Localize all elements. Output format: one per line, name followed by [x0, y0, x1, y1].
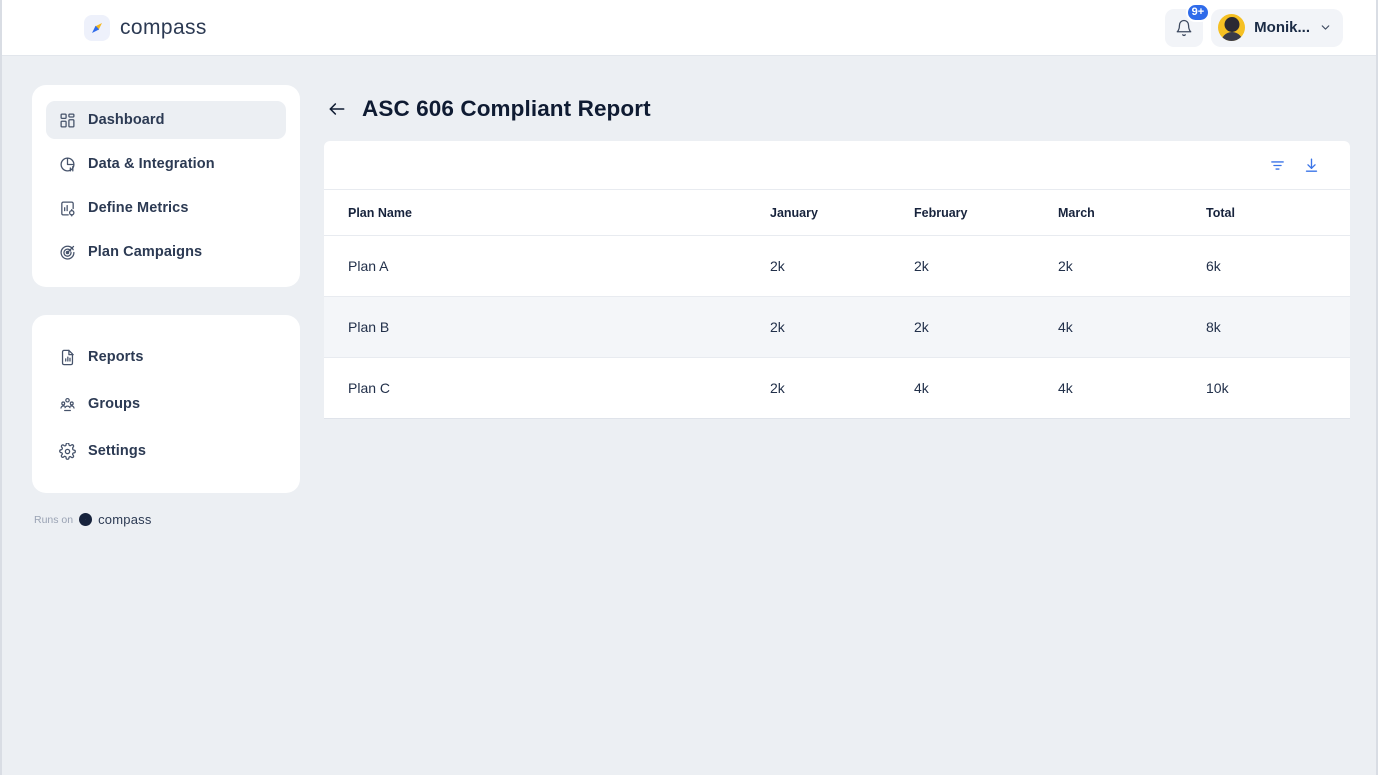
column-header-total[interactable]: Total: [1206, 190, 1350, 236]
filter-lines-icon[interactable]: [1267, 155, 1287, 175]
sidebar-item-label: Groups: [88, 396, 140, 412]
table-row[interactable]: Plan A 2k 2k 2k 6k: [324, 236, 1350, 297]
table-header-row: Plan Name January February March Total: [324, 190, 1350, 236]
pie-chart-icon: [58, 155, 76, 173]
cell-march: 4k: [1058, 297, 1206, 358]
metrics-gear-icon: [58, 199, 76, 217]
table-head: Plan Name January February March Total: [324, 190, 1350, 236]
sidebar-item-label: Data & Integration: [88, 156, 215, 172]
cell-february: 4k: [914, 358, 1058, 419]
app-window: compass 9+ Monik...: [0, 0, 1378, 775]
runs-on-footer: Runs on compass: [34, 512, 300, 527]
sidebar-item-label: Settings: [88, 443, 146, 459]
gear-icon: [58, 442, 76, 460]
user-menu-button[interactable]: Monik...: [1211, 9, 1343, 47]
sidebar-item-label: Reports: [88, 349, 144, 365]
bell-icon: [1175, 19, 1193, 37]
report-table: Plan Name January February March Total P…: [324, 190, 1350, 418]
sidebar-item-define-metrics[interactable]: Define Metrics: [46, 189, 286, 227]
sidebar-group-primary: Dashboard Data & Integration: [32, 85, 300, 287]
column-header-january[interactable]: January: [770, 190, 914, 236]
sidebar-item-plan-campaigns[interactable]: Plan Campaigns: [46, 233, 286, 271]
download-arrow-icon[interactable]: [1301, 155, 1321, 175]
cell-february: 2k: [914, 236, 1058, 297]
brand-name-label: compass: [120, 16, 207, 40]
chevron-down-icon: [1319, 21, 1332, 34]
table-toolbar: [324, 141, 1350, 190]
avatar: [1218, 14, 1245, 41]
cell-plan-name: Plan C: [324, 358, 770, 419]
sidebar-item-label: Define Metrics: [88, 200, 189, 216]
column-header-march[interactable]: March: [1058, 190, 1206, 236]
sidebar-item-data-integration[interactable]: Data & Integration: [46, 145, 286, 183]
main-content: ASC 606 Compliant Report: [324, 56, 1346, 419]
dashboard-grid-icon: [58, 111, 76, 129]
compass-arrow-logo-icon: [84, 15, 110, 41]
cell-total: 6k: [1206, 236, 1350, 297]
page-header: ASC 606 Compliant Report: [324, 84, 1346, 133]
back-button[interactable]: [326, 98, 348, 120]
sidebar-item-label: Dashboard: [88, 112, 165, 128]
cell-march: 2k: [1058, 236, 1206, 297]
sidebar-item-reports[interactable]: Reports: [46, 338, 286, 376]
sidebar-group-secondary: Reports Groups: [32, 315, 300, 493]
page-body: Dashboard Data & Integration: [2, 56, 1376, 775]
header-actions: 9+ Monik...: [1165, 9, 1343, 47]
document-chart-icon: [58, 348, 76, 366]
brand-logo[interactable]: compass: [84, 15, 207, 41]
sidebar-item-label: Plan Campaigns: [88, 244, 202, 260]
cell-total: 8k: [1206, 297, 1350, 358]
user-name-label: Monik...: [1254, 19, 1310, 36]
top-header-bar: compass 9+ Monik...: [2, 0, 1376, 56]
sidebar: Dashboard Data & Integration: [32, 85, 300, 527]
page-title: ASC 606 Compliant Report: [362, 96, 651, 122]
people-group-icon: [58, 395, 76, 413]
runs-on-brand-label: compass: [98, 512, 151, 527]
column-header-february[interactable]: February: [914, 190, 1058, 236]
notification-badge: 9+: [1186, 3, 1211, 22]
cell-total: 10k: [1206, 358, 1350, 419]
sidebar-item-dashboard[interactable]: Dashboard: [46, 101, 286, 139]
cell-january: 2k: [770, 297, 914, 358]
cell-plan-name: Plan B: [324, 297, 770, 358]
cell-plan-name: Plan A: [324, 236, 770, 297]
runs-on-label: Runs on: [34, 514, 73, 526]
notifications-button[interactable]: 9+: [1165, 9, 1203, 47]
cell-february: 2k: [914, 297, 1058, 358]
cell-january: 2k: [770, 236, 914, 297]
column-header-plan-name[interactable]: Plan Name: [324, 190, 770, 236]
table-body: Plan A 2k 2k 2k 6k Plan B 2k 2k 4k 8k: [324, 236, 1350, 419]
compass-badge-icon: [79, 513, 92, 526]
sidebar-item-groups[interactable]: Groups: [46, 385, 286, 423]
cell-january: 2k: [770, 358, 914, 419]
target-icon: [58, 243, 76, 261]
arrow-left-icon: [327, 99, 347, 119]
table-row[interactable]: Plan B 2k 2k 4k 8k: [324, 297, 1350, 358]
table-row[interactable]: Plan C 2k 4k 4k 10k: [324, 358, 1350, 419]
cell-march: 4k: [1058, 358, 1206, 419]
sidebar-item-settings[interactable]: Settings: [46, 432, 286, 470]
report-card: Plan Name January February March Total P…: [324, 141, 1350, 419]
